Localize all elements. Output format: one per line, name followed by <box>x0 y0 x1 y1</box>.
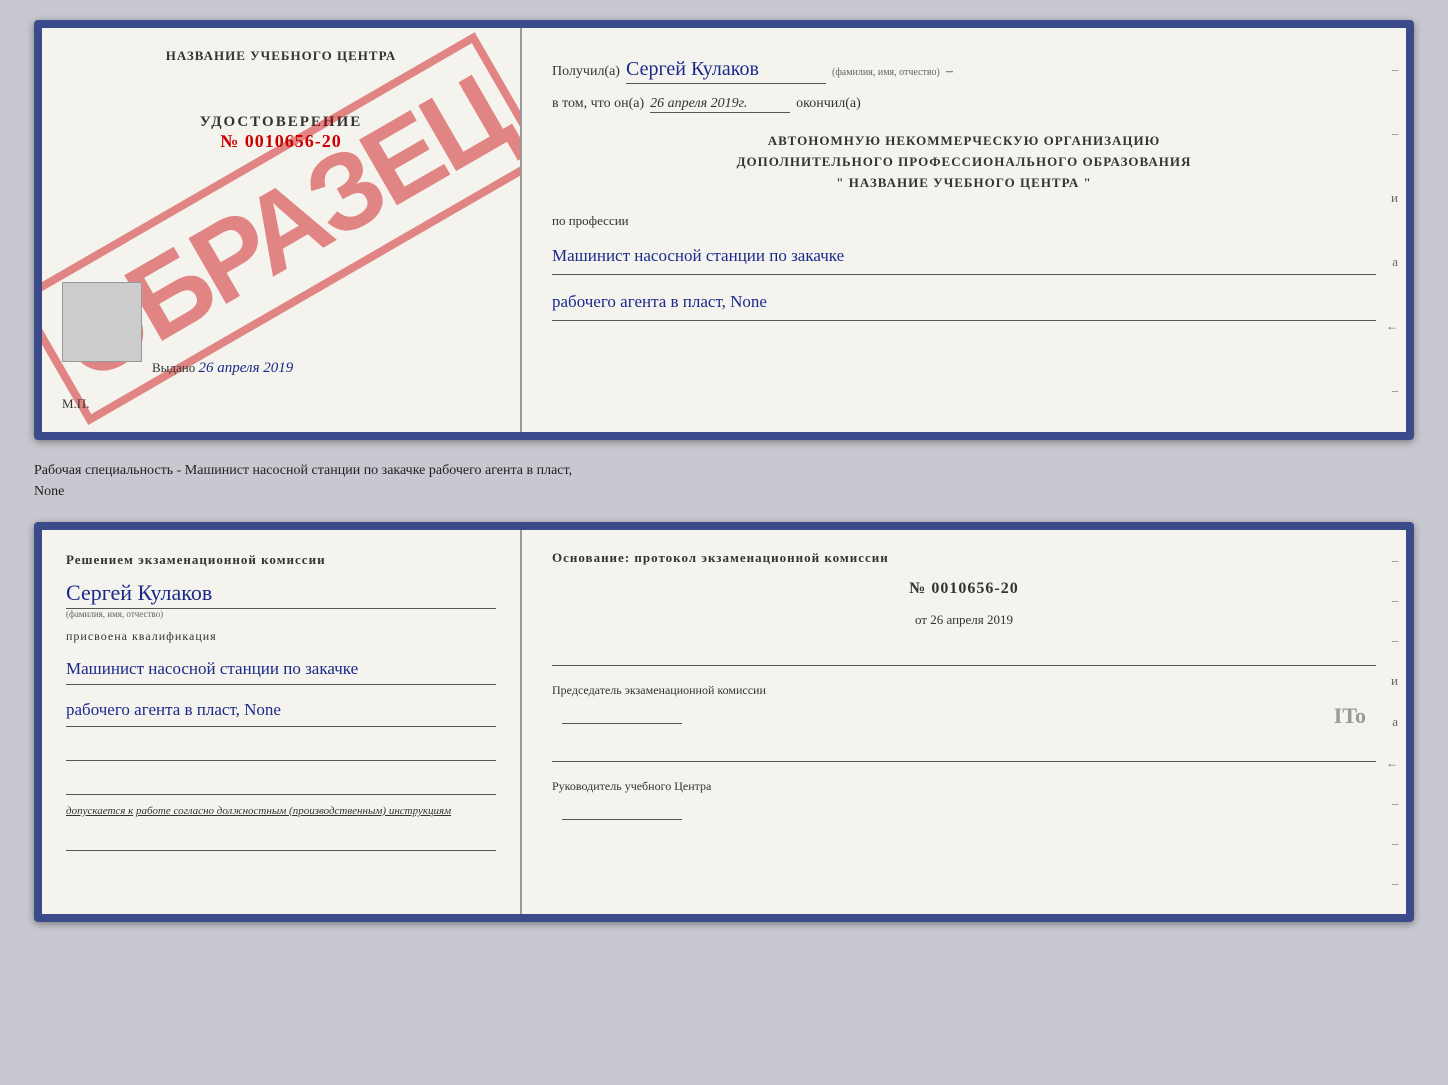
blank-line-1 <box>66 741 496 761</box>
chairman-sig-line <box>562 702 682 725</box>
recipient-name: Сергей Кулаков <box>626 58 826 84</box>
blank-line-3 <box>66 831 496 851</box>
top-document: НАЗВАНИЕ УЧЕБНОГО ЦЕНТРА УДОСТОВЕРЕНИЕ №… <box>34 20 1414 440</box>
bottom-document: Решением экзаменационной комиссии Сергей… <box>34 522 1414 922</box>
protocol-number: № 0010656-20 <box>552 580 1376 598</box>
qual-line2: рабочего агента в пласт, None <box>66 695 496 727</box>
date-line: в том, что он(а) 26 апреля 2019г. окончи… <box>552 96 1376 113</box>
bottom-right-panel: Основание: протокол экзаменационной коми… <box>522 530 1406 914</box>
date-value: 26 апреля 2019г. <box>650 96 790 113</box>
ito-mark: ITo <box>1334 703 1366 729</box>
допускается-text: допускается к работе согласно должностны… <box>66 805 496 817</box>
top-left-panel: НАЗВАНИЕ УЧЕБНОГО ЦЕНТРА УДОСТОВЕРЕНИЕ №… <box>42 28 522 432</box>
school-name-top: НАЗВАНИЕ УЧЕБНОГО ЦЕНТРА <box>166 48 397 64</box>
head-sig-line <box>562 798 682 821</box>
blank-line-2 <box>66 775 496 795</box>
head-block: Руководитель учебного Центра <box>552 776 1376 820</box>
qual-label: присвоена квалификация <box>66 629 496 644</box>
cert-title: УДОСТОВЕРЕНИЕ <box>200 114 363 131</box>
profession-line2: рабочего агента в пласт, None <box>552 287 1376 321</box>
profession-line1: Машинист насосной станции по закачке <box>552 241 1376 275</box>
between-text: Рабочая специальность - Машинист насосно… <box>34 456 1414 506</box>
bottom-right-side-marks: – – – и а ← – – – <box>1386 530 1398 914</box>
mp-label: М.П. <box>62 396 89 412</box>
profession-label: по профессии <box>552 213 1376 229</box>
side-marks: – – и а ← – <box>1386 28 1398 432</box>
recipient-line: Получил(а) Сергей Кулаков (фамилия, имя,… <box>552 58 1376 84</box>
commission-title: Решением экзаменационной комиссии <box>66 550 496 570</box>
top-right-panel: Получил(а) Сергей Кулаков (фамилия, имя,… <box>522 28 1406 432</box>
qual-line1: Машинист насосной станции по закачке <box>66 654 496 686</box>
chairman-block: Председатель экзаменационной комиссии <box>552 680 1376 724</box>
protocol-date: от 26 апреля 2019 <box>552 612 1376 628</box>
osnование-title: Основание: протокол экзаменационной коми… <box>552 550 1376 566</box>
org-text: АВТОНОМНУЮ НЕКОММЕРЧЕСКУЮ ОРГАНИЗАЦИЮ ДО… <box>552 131 1376 193</box>
fio-label-top: (фамилия, имя, отчество) <box>832 67 940 78</box>
bottom-person-name: Сергей Кулаков (фамилия, имя, отчество) <box>66 580 496 619</box>
cert-number: № 0010656-20 <box>220 131 342 152</box>
blank-line-br <box>552 742 1376 762</box>
bottom-left-panel: Решением экзаменационной комиссии Сергей… <box>42 530 522 914</box>
issued-date: Выдано 26 апреля 2019 <box>152 360 293 377</box>
photo-placeholder <box>62 282 142 362</box>
protocol-blank <box>552 646 1376 666</box>
